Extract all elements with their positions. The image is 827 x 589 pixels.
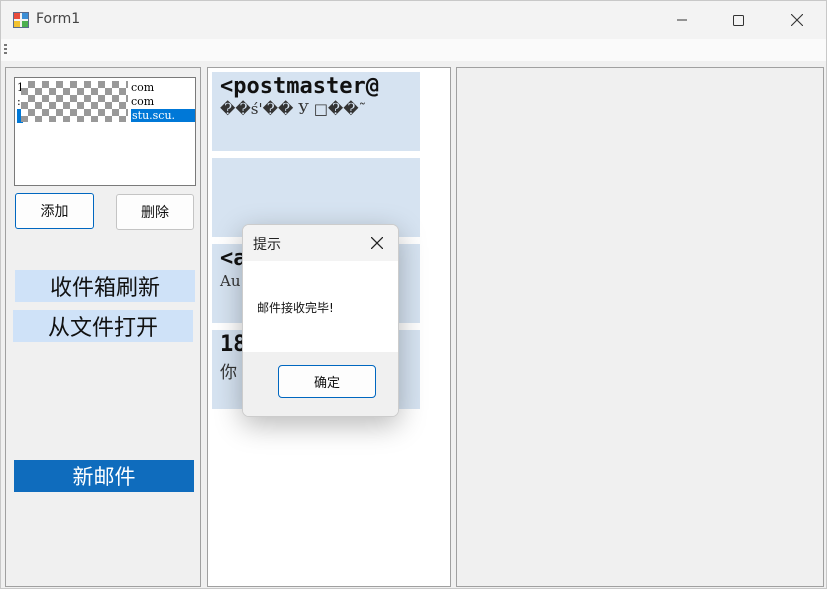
mail-subject: ��ś'�� У □��˜ (220, 100, 367, 118)
mail-subject: Au (220, 272, 241, 290)
minimize-button[interactable] (659, 1, 705, 39)
window-title: Form1 (36, 11, 81, 27)
title-bar[interactable]: Form1 (1, 1, 826, 39)
ok-button[interactable]: 确定 (278, 365, 376, 398)
close-icon (791, 14, 803, 26)
mail-content-panel[interactable] (456, 67, 824, 587)
account-domain: stu.scu. (131, 109, 195, 122)
open-from-file-button[interactable]: 从文件打开 (13, 310, 193, 342)
maximize-icon (732, 14, 744, 26)
tool-strip (1, 39, 826, 61)
mail-subject: 你 (220, 363, 237, 383)
new-mail-button[interactable]: 新邮件 (14, 460, 194, 492)
dialog-title-bar[interactable]: 提示 (243, 225, 398, 261)
dialog-close-button[interactable] (363, 231, 391, 255)
dialog-message: 邮件接收完毕! (257, 301, 334, 315)
close-icon (371, 237, 383, 249)
mail-sender: <postmaster@ (220, 74, 379, 99)
redacted-overlay (21, 81, 128, 122)
minimize-icon (677, 19, 687, 21)
app-icon (13, 12, 29, 28)
maximize-button[interactable] (715, 1, 761, 39)
account-domain: com (131, 81, 155, 94)
dialog-title: 提示 (253, 237, 281, 253)
close-window-button[interactable] (774, 1, 820, 39)
add-account-button[interactable]: 添加 (15, 193, 94, 229)
main-window: Form1 1 com : com stu.scu. 添加 删除 收件箱刷新 从… (0, 0, 827, 589)
mail-item[interactable]: <postmaster@ ��ś'�� У □��˜ (212, 72, 420, 151)
delete-account-button[interactable]: 删除 (116, 194, 194, 230)
message-dialog: 提示 邮件接收完毕! 确定 (242, 224, 399, 417)
account-domain: com (131, 95, 155, 108)
refresh-inbox-button[interactable]: 收件箱刷新 (15, 270, 195, 302)
toolstrip-grip-icon[interactable] (4, 44, 7, 56)
